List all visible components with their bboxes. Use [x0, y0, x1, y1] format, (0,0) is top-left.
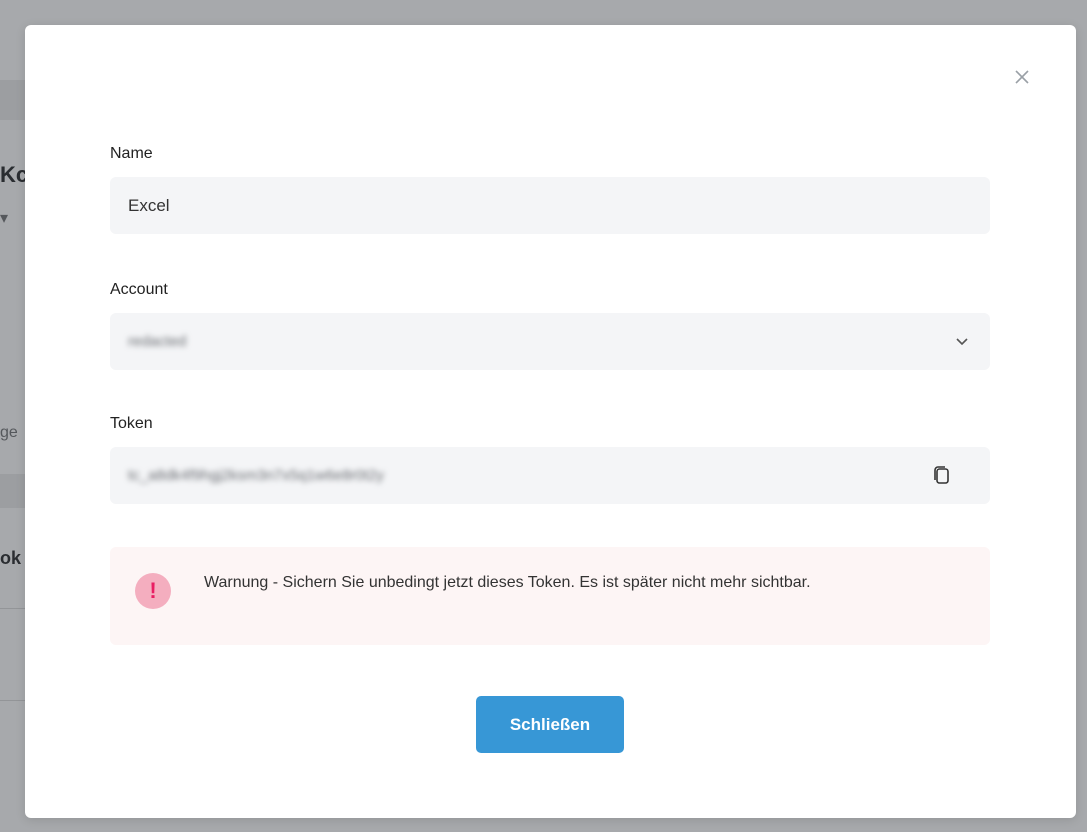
- background-text-fragment: ge: [0, 424, 18, 441]
- background-text-fragment: Kc: [0, 162, 29, 187]
- background-chevron: ▾: [0, 210, 9, 227]
- name-value: Excel: [128, 195, 170, 215]
- account-value: redacted: [128, 333, 187, 350]
- account-select[interactable]: redacted: [110, 313, 990, 370]
- close-button[interactable]: Schließen: [476, 696, 624, 753]
- name-input[interactable]: Excel: [110, 177, 990, 234]
- token-field[interactable]: tc_a8dk4f9hgj2ksm3n7x5q1w6e8r0t2y: [110, 447, 990, 504]
- warning-text: Warnung - Sichern Sie unbedingt jetzt di…: [204, 574, 811, 591]
- warning-alert: ! Warnung - Sichern Sie unbedingt jetzt …: [110, 547, 990, 645]
- chevron-down-icon: [954, 333, 970, 349]
- token-value: tc_a8dk4f9hgj2ksm3n7x5q1w6e8r0t2y: [128, 467, 385, 484]
- token-dialog: Name Excel Account redacted Token tc_a8d…: [25, 25, 1076, 818]
- name-label: Name: [110, 145, 153, 162]
- close-icon[interactable]: [1010, 65, 1034, 89]
- background-text-fragment: ok: [0, 548, 22, 568]
- token-label: Token: [110, 415, 153, 432]
- account-label: Account: [110, 281, 168, 298]
- exclamation-icon: !: [135, 573, 171, 609]
- copy-icon[interactable]: [932, 465, 952, 487]
